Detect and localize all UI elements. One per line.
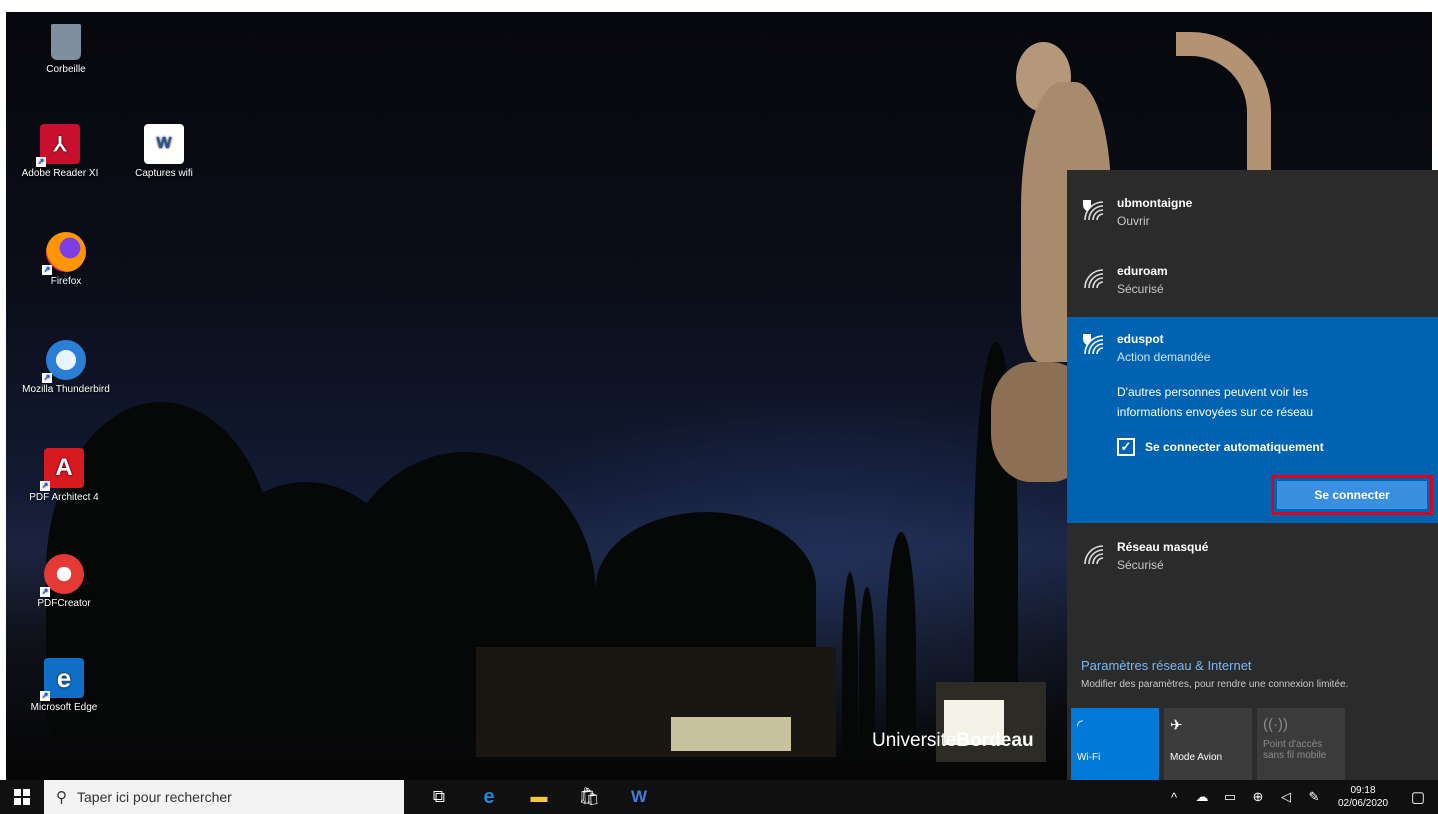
quick-action-label: Point d'accès sans fil mobile — [1263, 739, 1327, 761]
pdf-architect-icon: A ↗ — [40, 448, 84, 491]
clock-date: 02/06/2020 — [1337, 798, 1389, 809]
taskbar: ⚲ Taper ici pour rechercher ⧉ e ▬ 🛍 W ^ … — [0, 780, 1438, 814]
cypress-silhouette — [842, 572, 858, 762]
wifi-open-shield-icon — [1083, 334, 1104, 355]
word-document-icon: W — [144, 124, 184, 164]
recycle-bin-icon — [51, 24, 81, 60]
desktop-icon-label: PDF Architect 4 — [29, 492, 99, 503]
network-item-hidden[interactable]: Réseau masqué Sécurisé — [1067, 540, 1438, 572]
shortcut-arrow-icon: ↗ — [42, 265, 52, 275]
shortcut-arrow-icon: ↗ — [40, 481, 50, 491]
desktop-icon-thunderbird[interactable]: ↗ Mozilla Thunderbird — [18, 340, 114, 395]
clock-time: 09:18 — [1350, 785, 1376, 796]
battery-icon[interactable]: ▭ — [1216, 789, 1244, 805]
network-item-ubmontaigne[interactable]: ubmontaigne Ouvrir — [1067, 196, 1438, 228]
network-item-eduspot[interactable]: eduspot Action demandée D'autres personn… — [1067, 317, 1438, 523]
desktop-icon-label: Firefox — [50, 276, 82, 287]
desktop-icon-label: Adobe Reader XI — [21, 168, 99, 179]
auto-connect-checkbox[interactable]: ✓ Se connecter automatiquement — [1117, 438, 1438, 456]
thunderbird-icon: ↗ — [42, 340, 86, 383]
tree-silhouette — [596, 512, 816, 662]
desktop-icon-edge[interactable]: e ↗ Microsoft Edge — [16, 658, 112, 713]
network-status: Sécurisé — [1117, 282, 1164, 296]
wifi-open-shield-icon — [1083, 200, 1104, 221]
pen-icon[interactable]: ✎ — [1300, 789, 1328, 805]
quick-action-mobile-hotspot[interactable]: ((·)) Point d'accès sans fil mobile — [1257, 708, 1345, 780]
wifi-secure-icon — [1084, 545, 1104, 565]
edge-taskbar-icon[interactable]: e — [464, 780, 514, 814]
start-button[interactable] — [0, 780, 44, 814]
file-explorer-icon[interactable]: ▬ — [514, 780, 564, 814]
building — [476, 647, 836, 757]
university-logo-text: UniversiteBordeau — [872, 730, 1034, 752]
network-name: eduspot — [1117, 332, 1164, 346]
desktop-icon-corbeille[interactable]: Corbeille — [18, 24, 114, 75]
shortcut-arrow-icon: ↗ — [36, 157, 46, 167]
cloud-sync-icon[interactable]: ☁ — [1188, 789, 1216, 805]
hotspot-icon: ((·)) — [1263, 716, 1288, 733]
system-tray: ^ ☁ ▭ ⊕ ◁ ✎ 09:18 02/06/2020 ▢ — [1160, 780, 1438, 814]
network-settings-title: Paramètres réseau & Internet — [1081, 658, 1252, 673]
brand-text-1: Universite — [872, 730, 957, 751]
network-settings-link[interactable]: Paramètres réseau & Internet Modifier de… — [1081, 658, 1348, 690]
network-settings-subtitle: Modifier des paramètres, pour rendre une… — [1081, 679, 1349, 690]
firefox-icon: ↗ — [42, 232, 86, 275]
quick-action-label: Wi-Fi — [1077, 752, 1101, 763]
network-status: Sécurisé — [1117, 558, 1164, 572]
connect-button-highlight: Se connecter — [1271, 475, 1433, 515]
desktop-icon-adobe-reader[interactable]: ⅄ ↗ Adobe Reader XI — [12, 124, 108, 179]
desktop-icon-label: Microsoft Edge — [30, 702, 98, 713]
search-icon: ⚲ — [56, 789, 67, 806]
pdfcreator-icon: ↗ — [40, 554, 84, 597]
airplane-icon: ✈ — [1170, 717, 1183, 734]
network-status: Action demandée — [1117, 350, 1211, 364]
checkmark-icon: ✓ — [1117, 438, 1135, 456]
notification-center-icon[interactable]: ▢ — [1398, 788, 1438, 806]
lit-window — [671, 717, 791, 751]
network-flyout: ubmontaigne Ouvrir eduroam Sécurisé edus… — [1067, 170, 1438, 780]
word-taskbar-icon[interactable]: W — [614, 780, 664, 814]
wifi-icon: ◜ — [1077, 717, 1083, 734]
quick-action-airplane-mode[interactable]: ✈ Mode Avion — [1164, 708, 1252, 780]
taskbar-search-box[interactable]: ⚲ Taper ici pour rechercher — [44, 780, 404, 814]
desktop-icon-label: Captures wifi — [135, 168, 193, 179]
network-globe-icon[interactable]: ⊕ — [1244, 789, 1272, 805]
edge-icon: e ↗ — [40, 658, 84, 701]
desktop-icon-captures-wifi[interactable]: W Captures wifi — [116, 124, 212, 179]
cypress-silhouette — [886, 532, 916, 762]
clock[interactable]: 09:18 02/06/2020 — [1328, 784, 1398, 810]
network-name: ubmontaigne — [1117, 196, 1193, 210]
search-placeholder: Taper ici pour rechercher — [77, 789, 232, 805]
desktop-icon-pdfcreator[interactable]: ↗ PDFCreator — [16, 554, 112, 609]
shortcut-arrow-icon: ↗ — [40, 587, 50, 597]
network-warning-text: D'autres personnes peuvent voir les info… — [1117, 385, 1314, 419]
desktop-icon-label: PDFCreator — [37, 598, 91, 609]
volume-icon[interactable]: ◁ — [1272, 789, 1300, 805]
network-item-eduroam[interactable]: eduroam Sécurisé — [1067, 264, 1438, 296]
desktop-icon-label: Mozilla Thunderbird — [22, 384, 110, 395]
quick-action-label: Mode Avion — [1170, 752, 1223, 763]
adobe-reader-icon: ⅄ ↗ — [36, 124, 80, 167]
network-status: Ouvrir — [1117, 214, 1150, 228]
network-name: Réseau masqué — [1117, 540, 1209, 554]
network-name: eduroam — [1117, 264, 1168, 278]
shortcut-arrow-icon: ↗ — [40, 691, 50, 701]
connect-button[interactable]: Se connecter — [1277, 481, 1427, 509]
auto-connect-label: Se connecter automatiquement — [1145, 440, 1324, 454]
task-view-icon[interactable]: ⧉ — [414, 780, 464, 814]
wifi-secure-icon — [1084, 269, 1104, 289]
desktop-icon-label: Corbeille — [46, 64, 86, 75]
windows-logo-icon — [14, 789, 30, 805]
desktop-icon-firefox[interactable]: ↗ Firefox — [18, 232, 114, 287]
quick-action-wifi[interactable]: ◜ Wi-Fi — [1071, 708, 1159, 780]
chevron-up-icon[interactable]: ^ — [1160, 790, 1188, 805]
desktop-icon-pdf-architect[interactable]: A ↗ PDF Architect 4 — [16, 448, 112, 503]
store-icon[interactable]: 🛍 — [564, 780, 614, 814]
shortcut-arrow-icon: ↗ — [42, 373, 52, 383]
brand-text-2: Bordeau — [956, 730, 1034, 751]
